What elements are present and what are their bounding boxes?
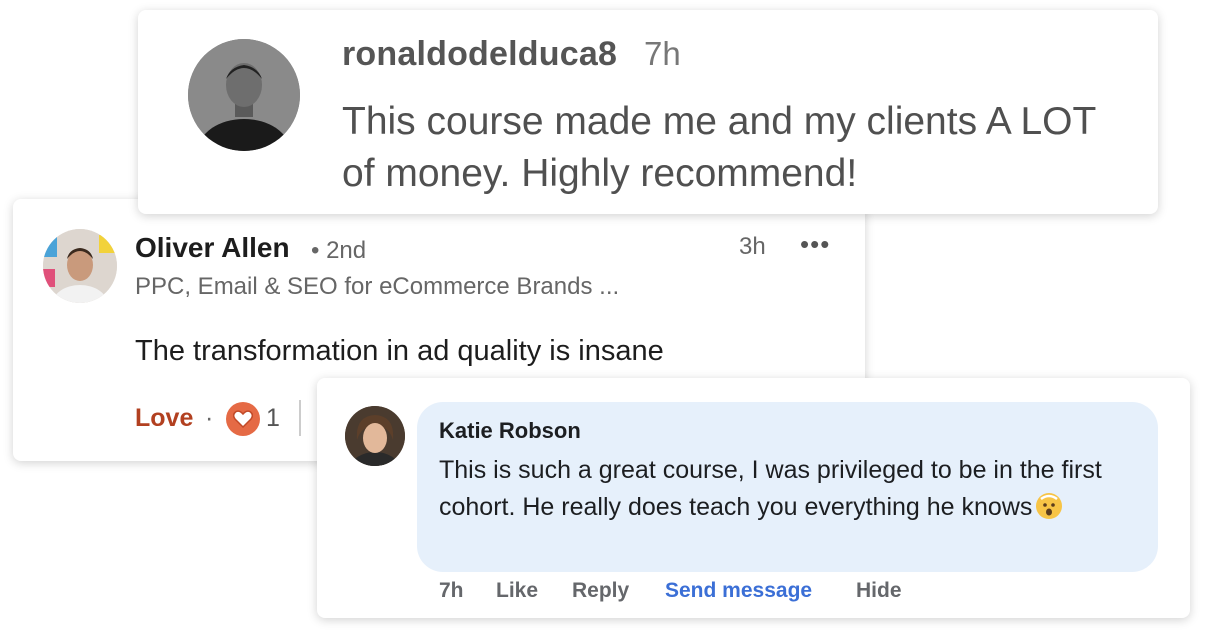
- more-options-button[interactable]: •••: [800, 229, 830, 260]
- author-headline: PPC, Email & SEO for eCommerce Brands ..…: [135, 273, 620, 300]
- send-message-button[interactable]: Send message: [665, 579, 812, 603]
- comment-card-katie: Katie Robson This is such a great course…: [317, 378, 1190, 618]
- heart-icon[interactable]: [226, 402, 260, 436]
- avatar[interactable]: [43, 229, 117, 303]
- reply-button[interactable]: Reply: [572, 579, 629, 603]
- profile-photo-icon: [188, 39, 300, 151]
- comment-text: This course made me and my clients A LOT…: [342, 100, 1096, 195]
- like-button[interactable]: Like: [496, 579, 538, 603]
- author-name[interactable]: Katie Robson: [439, 418, 581, 444]
- comment-card-ronaldo: ronaldodelduca8 7h This course made me a…: [138, 10, 1158, 214]
- comment-text: This is such a great course, I was privi…: [439, 456, 1102, 521]
- comment-bubble: Katie Robson This is such a great course…: [417, 402, 1158, 572]
- timestamp: 7h: [644, 35, 681, 72]
- connection-degree: • 2nd: [311, 237, 367, 264]
- profile-photo-icon: [345, 406, 405, 466]
- mind-blown-emoji-icon: [1036, 493, 1063, 519]
- separator-dot: ·: [205, 404, 214, 432]
- avatar[interactable]: [188, 39, 300, 151]
- author-name[interactable]: Oliver Allen: [135, 232, 290, 264]
- divider: [299, 400, 301, 436]
- avatar[interactable]: [345, 406, 405, 466]
- username[interactable]: ronaldodelduca8: [342, 35, 617, 74]
- reaction-count: 1: [266, 404, 280, 432]
- profile-photo-icon: [43, 229, 117, 303]
- action-time: 7h: [439, 579, 464, 602]
- reaction-love-button[interactable]: Love: [135, 404, 193, 433]
- comment-text: The transformation in ad quality is insa…: [135, 335, 664, 367]
- hide-button[interactable]: Hide: [856, 579, 902, 603]
- timestamp: 3h: [739, 233, 766, 260]
